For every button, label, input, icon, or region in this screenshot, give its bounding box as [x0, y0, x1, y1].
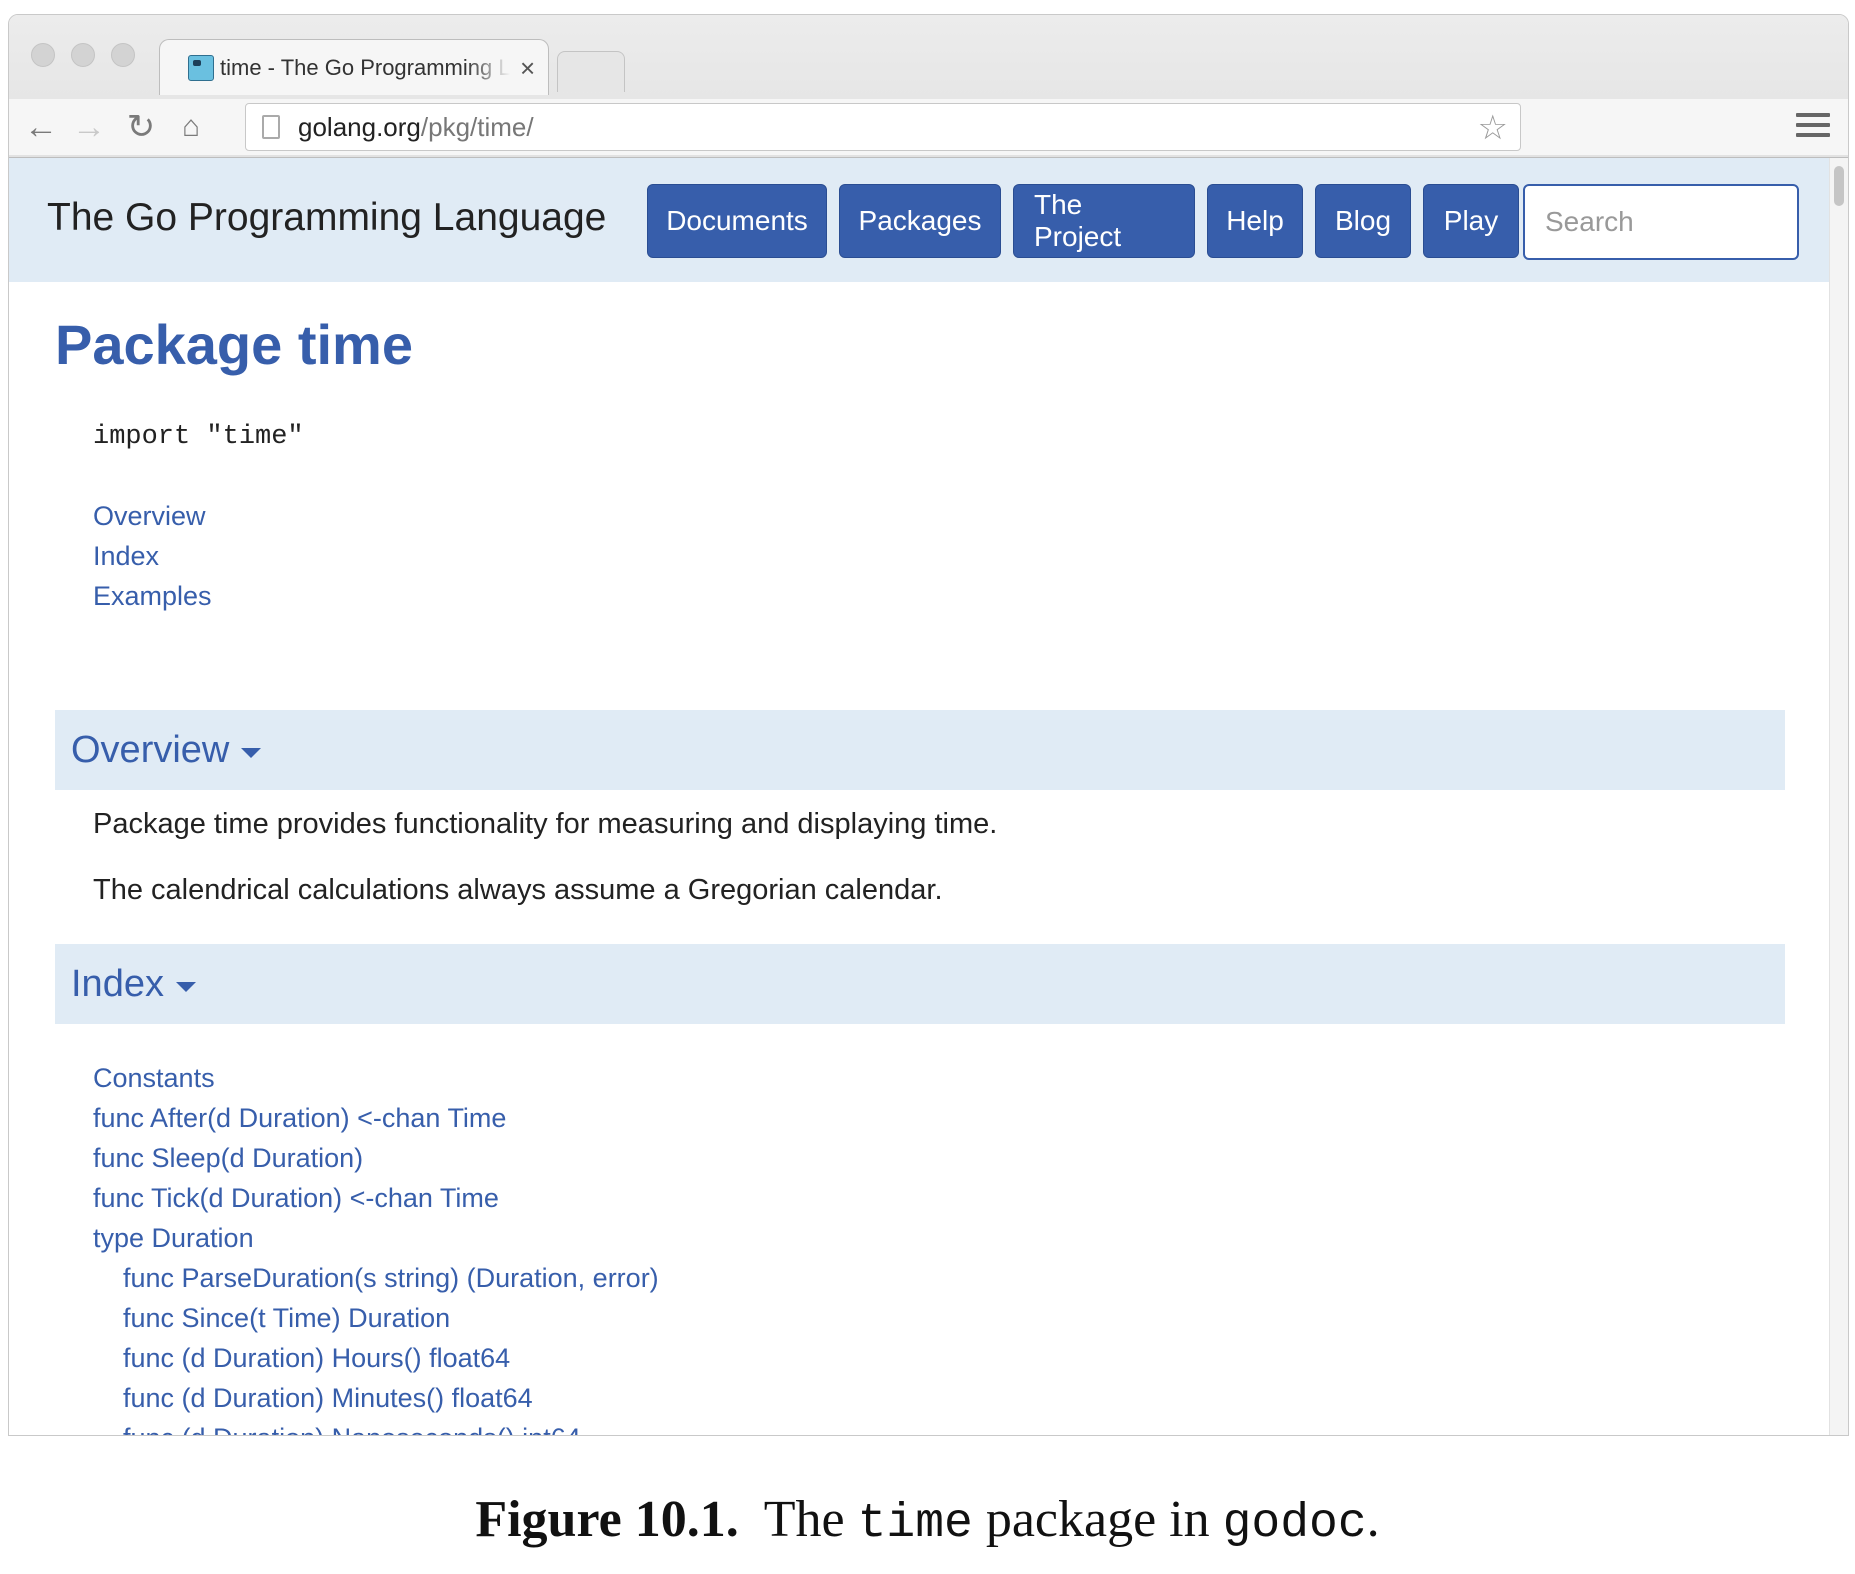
overview-section-header[interactable]: Overview	[55, 710, 1785, 790]
nav-packages[interactable]: Packages	[839, 184, 1001, 258]
search-input[interactable]: Search	[1523, 184, 1799, 260]
bookmark-star-icon[interactable]: ☆	[1478, 108, 1508, 148]
overview-section-title: Overview	[71, 728, 230, 771]
address-bar[interactable]: golang.org/pkg/time/ ☆	[245, 103, 1521, 151]
tab-title: time - The Go Programming Language	[220, 54, 510, 80]
caret-down-icon	[175, 982, 196, 992]
zoom-window-button[interactable]	[111, 43, 135, 67]
index-link[interactable]: func Since(t Time) Duration	[93, 1298, 659, 1338]
caption-code-time: time	[857, 1497, 973, 1551]
index-section-title: Index	[71, 962, 164, 1005]
browser-window: time - The Go Programming Language × ← →…	[8, 14, 1849, 1436]
overview-paragraph: Package time provides functionality for …	[93, 808, 998, 840]
url-host: golang.org	[298, 111, 421, 142]
caret-down-icon	[241, 748, 262, 758]
window-controls	[31, 43, 135, 67]
toc-overview-link[interactable]: Overview	[93, 496, 212, 536]
index-list: Constants func After(d Duration) <-chan …	[93, 1058, 659, 1435]
index-link[interactable]: func (d Duration) Hours() float64	[93, 1338, 659, 1378]
index-link[interactable]: func Sleep(d Duration)	[93, 1138, 659, 1178]
browser-menu-icon[interactable]	[1796, 107, 1830, 143]
index-link[interactable]: func After(d Duration) <-chan Time	[93, 1098, 659, 1138]
caption-period: .	[1366, 1491, 1380, 1548]
toc-index-link[interactable]: Index	[93, 536, 212, 576]
overview-paragraph: The calendrical calculations always assu…	[93, 874, 943, 906]
page-icon	[262, 115, 280, 139]
close-window-button[interactable]	[31, 43, 55, 67]
caption-code-godoc: godoc	[1222, 1497, 1367, 1551]
index-link[interactable]: func (d Duration) Nanoseconds() int64	[93, 1418, 659, 1435]
index-link[interactable]: Constants	[93, 1058, 659, 1098]
forward-arrow-icon[interactable]: →	[69, 107, 109, 147]
caption-text: package in	[985, 1491, 1210, 1548]
site-topbar: The Go Programming Language Documents Pa…	[9, 158, 1831, 282]
site-nav: Documents Packages The Project Help Blog…	[647, 184, 1519, 258]
vertical-scrollbar[interactable]	[1829, 158, 1848, 1435]
nav-documents[interactable]: Documents	[647, 184, 827, 258]
close-tab-icon[interactable]: ×	[520, 55, 535, 81]
figure-label: Figure 10.1.	[475, 1491, 739, 1548]
url-path: /pkg/time/	[420, 111, 534, 142]
index-link[interactable]: type Duration	[93, 1218, 659, 1258]
reload-icon[interactable]: ↻	[121, 107, 161, 147]
back-arrow-icon[interactable]: ←	[21, 107, 61, 147]
index-section-header[interactable]: Index	[55, 944, 1785, 1024]
index-link[interactable]: func (d Duration) Minutes() float64	[93, 1378, 659, 1418]
browser-tab[interactable]: time - The Go Programming Language ×	[159, 39, 549, 95]
index-link[interactable]: func ParseDuration(s string) (Duration, …	[93, 1258, 659, 1298]
caption-text: The	[763, 1491, 845, 1548]
nav-play[interactable]: Play	[1423, 184, 1519, 258]
nav-help[interactable]: Help	[1207, 184, 1303, 258]
site-title[interactable]: The Go Programming Language	[47, 196, 606, 240]
figure-caption: Figure 10.1. The time package in godoc.	[0, 1490, 1855, 1551]
browser-chrome: time - The Go Programming Language × ← →…	[9, 15, 1848, 158]
nav-the-project[interactable]: The Project	[1013, 184, 1195, 258]
home-icon[interactable]: ⌂	[171, 107, 211, 147]
page-viewport: The Go Programming Language Documents Pa…	[9, 158, 1831, 1435]
minimize-window-button[interactable]	[71, 43, 95, 67]
browser-toolbar: ← → ↻ ⌂ golang.org/pkg/time/ ☆	[9, 99, 1848, 155]
toc-examples-link[interactable]: Examples	[93, 576, 212, 616]
gopher-favicon-icon	[188, 54, 214, 81]
toc-links: Overview Index Examples	[93, 496, 212, 616]
scrollbar-thumb[interactable]	[1834, 166, 1844, 206]
new-tab-button[interactable]	[557, 51, 625, 92]
index-link[interactable]: func Tick(d Duration) <-chan Time	[93, 1178, 659, 1218]
page-title: Package time	[55, 313, 413, 376]
import-statement: import "time"	[93, 422, 304, 452]
nav-blog[interactable]: Blog	[1315, 184, 1411, 258]
